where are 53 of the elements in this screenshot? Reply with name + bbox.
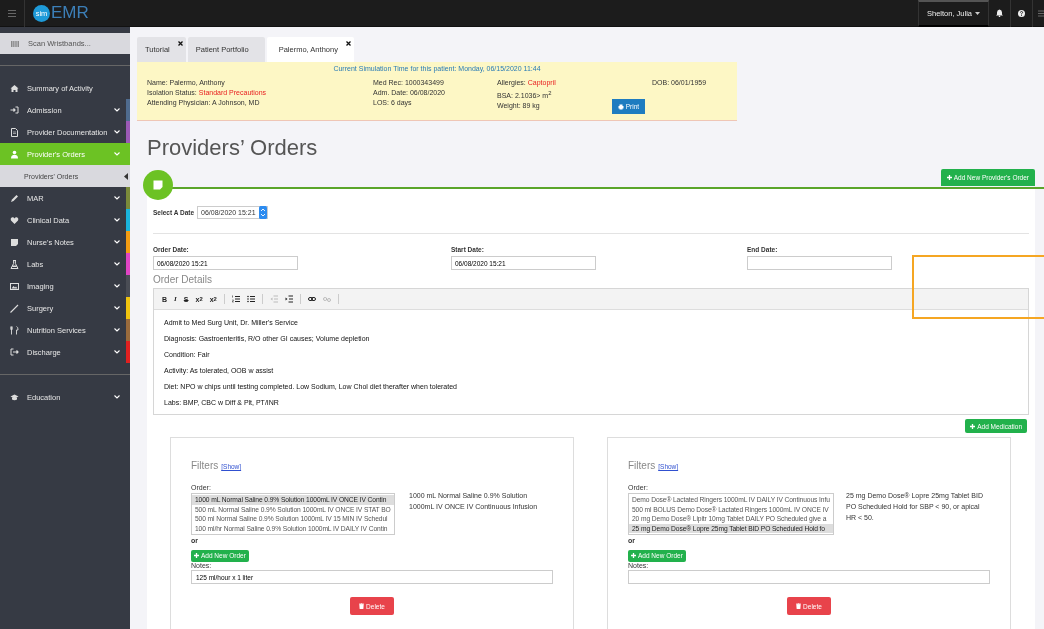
filters-heading: Filters: [628, 460, 656, 472]
barcode-icon: [11, 40, 19, 47]
indent-icon[interactable]: [284, 295, 293, 304]
graduation-cap-icon: [10, 392, 19, 402]
chevron-down-icon[interactable]: [114, 108, 120, 112]
chevron-down-icon[interactable]: [114, 328, 120, 332]
filters-heading: Filters: [191, 460, 219, 472]
trash-icon: [796, 603, 802, 610]
trash-icon: [359, 603, 365, 610]
link-icon[interactable]: [307, 295, 316, 304]
page-title: Providers’ Orders: [147, 134, 319, 163]
chevron-down-icon[interactable]: [114, 218, 120, 222]
numbered-list-icon[interactable]: [231, 295, 240, 304]
close-icon[interactable]: [177, 41, 183, 46]
plus-icon: [946, 175, 952, 181]
home-icon: [10, 83, 19, 93]
chevron-down-icon[interactable]: [114, 395, 120, 399]
user-icon: [10, 149, 19, 159]
stepper-icon: [258, 206, 267, 220]
chevron-down-icon[interactable]: [114, 130, 120, 134]
order-list[interactable]: [628, 493, 834, 536]
order-details-heading: Order Details: [153, 274, 213, 286]
chevron-down-icon[interactable]: [114, 240, 120, 244]
current-page-marker-icon: [124, 172, 128, 180]
image-icon: [10, 281, 19, 291]
sign-in-icon: [10, 105, 19, 115]
heart-icon: [10, 215, 19, 225]
flask-icon: [10, 259, 19, 269]
scalpel-icon: [10, 303, 19, 313]
caret-icon: [975, 11, 980, 15]
cutlery-icon: [10, 325, 19, 335]
order-list[interactable]: [191, 493, 395, 536]
menu-icon[interactable]: [1038, 9, 1044, 17]
document-icon: [10, 127, 19, 137]
pen-icon: [10, 193, 19, 203]
chevron-down-icon[interactable]: [114, 284, 120, 288]
chevron-down-icon[interactable]: [114, 350, 120, 354]
plus-icon: [194, 553, 199, 559]
bulleted-list-icon[interactable]: [246, 295, 255, 304]
help-icon[interactable]: [1018, 9, 1025, 17]
chevron-down-icon[interactable]: [114, 262, 120, 266]
notes-field[interactable]: [628, 570, 990, 585]
chevron-down-icon[interactable]: [114, 196, 120, 200]
date-field[interactable]: [747, 256, 892, 271]
chevron-down-icon[interactable]: [114, 306, 120, 310]
menu-icon[interactable]: [8, 9, 16, 17]
note-icon: [10, 237, 19, 247]
close-icon[interactable]: [345, 41, 351, 46]
plus-icon: [631, 553, 636, 559]
sign-out-icon: [10, 347, 19, 357]
bell-icon[interactable]: [996, 9, 1003, 17]
plus-icon: [970, 423, 976, 429]
logo-text: EMR: [51, 3, 89, 23]
